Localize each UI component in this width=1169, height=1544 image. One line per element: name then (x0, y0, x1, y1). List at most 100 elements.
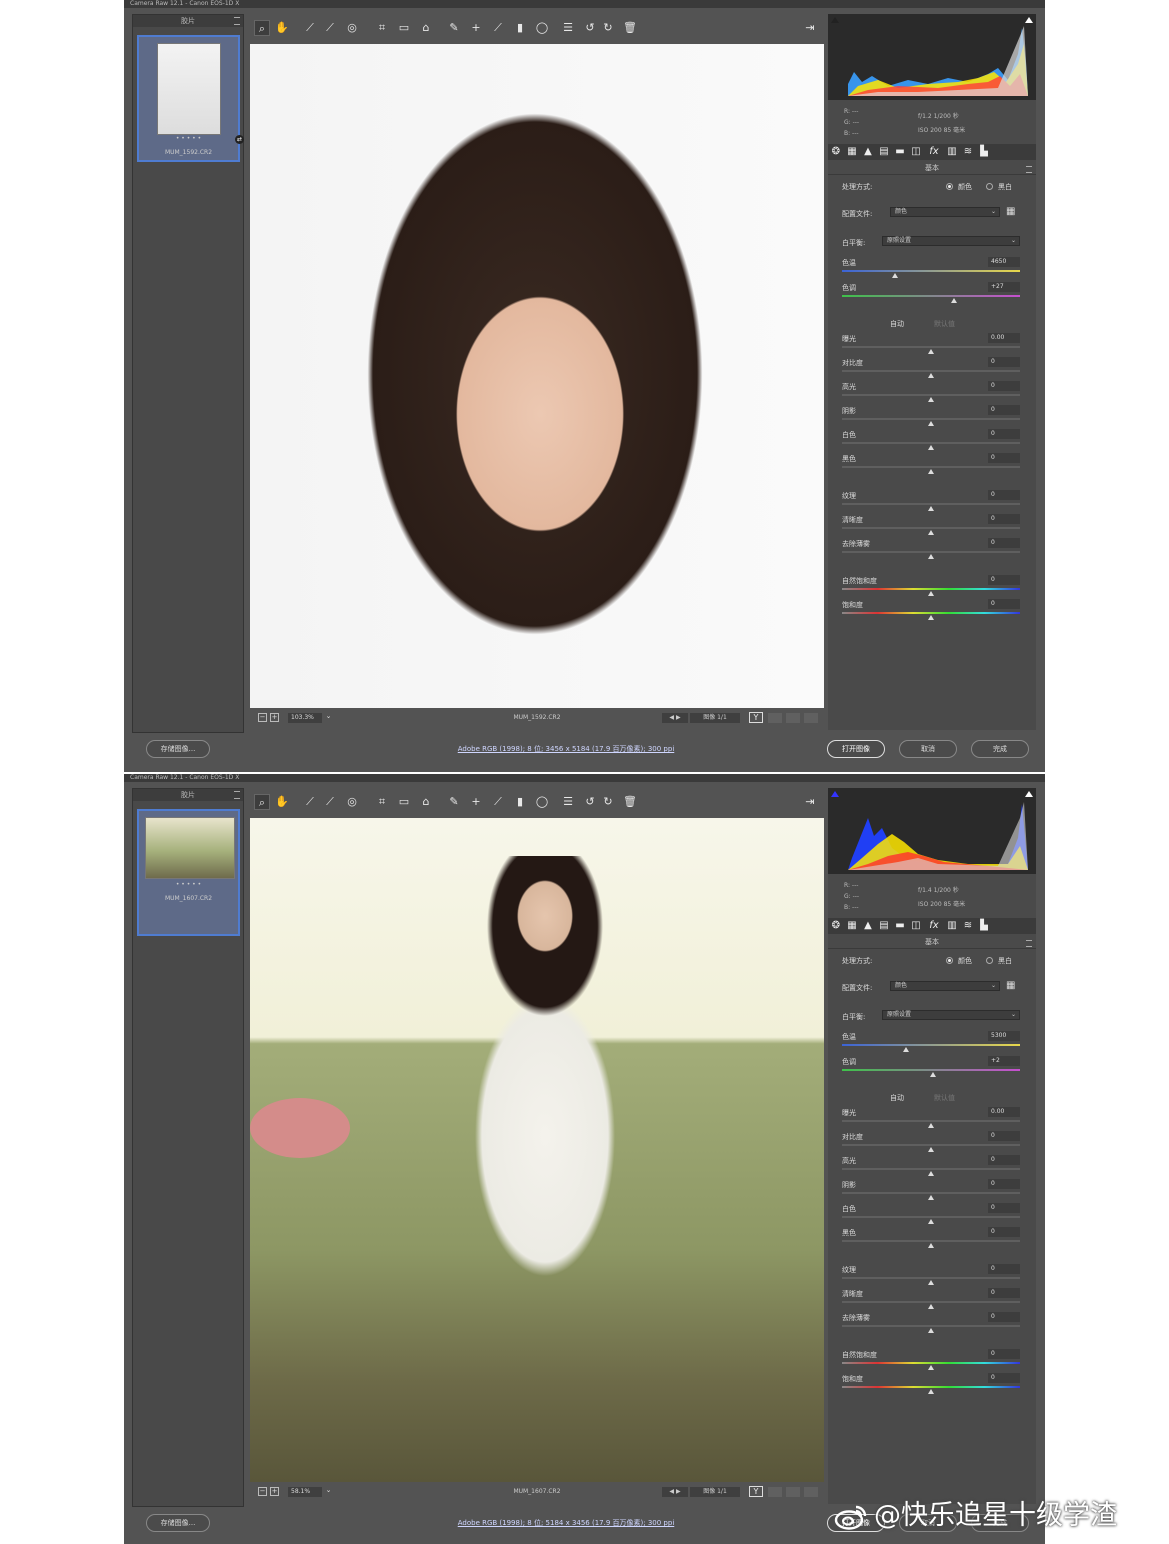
temperature-slider-thumb[interactable] (892, 273, 899, 278)
transform-icon[interactable]: ⌂ (418, 20, 434, 36)
filmstrip-menu-icon[interactable] (234, 791, 240, 799)
basic-slider-2-slider-thumb[interactable] (928, 1171, 934, 1176)
save-image-button[interactable]: 存储图像... (146, 740, 210, 758)
basic-slider-1-slider-thumb[interactable] (928, 373, 934, 378)
basic-slider-0-slider-thumb[interactable] (928, 1123, 934, 1128)
toggle-icon[interactable] (804, 1487, 818, 1497)
basic-slider-4-value[interactable]: 0 (988, 429, 1020, 439)
tint-slider-thumb[interactable] (929, 1072, 936, 1077)
saturation-slider-1-track[interactable] (842, 1386, 1020, 1388)
workflow-options-link[interactable]: Adobe RGB (1998); 8 位; 3456 x 5184 (17.9… (426, 744, 706, 754)
spot-removal-icon[interactable]: ✎ (446, 20, 462, 36)
tint-track[interactable] (842, 1069, 1020, 1071)
crop-icon[interactable]: ⌗ (374, 20, 390, 36)
basic-slider-1-track[interactable] (842, 370, 1020, 372)
image-navigation[interactable]: ◀ ▶ (662, 1487, 688, 1497)
default-link[interactable]: 默认值 (934, 319, 955, 329)
save-image-button[interactable]: 存储图像... (146, 1514, 210, 1532)
rotate-ccw-icon[interactable]: ↺ (582, 20, 598, 36)
saturation-slider-1-value[interactable]: 0 (988, 599, 1020, 609)
presence-slider-1-value[interactable]: 0 (988, 514, 1020, 524)
tab-effects-icon[interactable]: fx (928, 146, 940, 158)
temperature-track[interactable] (842, 270, 1020, 272)
thumbnail-rating[interactable]: • • • • • (139, 881, 238, 888)
tab-split-toning-icon[interactable]: ▬ (894, 146, 906, 158)
presence-slider-0-track[interactable] (842, 503, 1020, 505)
presence-slider-2-track[interactable] (842, 1325, 1020, 1327)
graduated-filter-icon[interactable]: ▮ (512, 20, 528, 36)
presence-slider-2-value[interactable]: 0 (988, 538, 1020, 548)
cancel-button[interactable]: 取消 (899, 740, 957, 758)
tint-value[interactable]: +27 (988, 282, 1020, 292)
saturation-slider-1-track[interactable] (842, 612, 1020, 614)
before-after-toggle[interactable]: Y (749, 712, 763, 723)
presence-slider-2-slider-thumb[interactable] (928, 1328, 934, 1333)
image-preview[interactable] (250, 44, 824, 708)
saturation-slider-0-value[interactable]: 0 (988, 575, 1020, 585)
highlight-clipping-icon[interactable] (1025, 791, 1033, 797)
rotate-cw-icon[interactable]: ↻ (600, 20, 616, 36)
transform-icon[interactable]: ⌂ (418, 794, 434, 810)
trash-icon[interactable]: 🗑 (622, 20, 638, 36)
temperature-value[interactable]: 4650 (988, 257, 1020, 267)
open-preferences-icon[interactable]: ⇥ (802, 794, 818, 810)
tab-detail-icon[interactable]: ▲ (862, 146, 874, 158)
basic-slider-3-slider-thumb[interactable] (928, 1195, 934, 1200)
profile-browser-icon[interactable]: ▦ (1006, 980, 1020, 992)
white-balance-dropdown[interactable]: 原照设置 ⌄ (882, 236, 1020, 246)
target-adjust-icon[interactable]: ◎ (344, 20, 360, 36)
tint-value[interactable]: +2 (988, 1056, 1020, 1066)
tab-tone-curve-icon[interactable]: ▦ (846, 146, 858, 158)
color-radio[interactable] (946, 183, 953, 190)
bw-radio[interactable] (986, 957, 993, 964)
zoom-icon[interactable]: ⌕ (254, 794, 270, 810)
tab-effects-icon[interactable]: fx (928, 920, 940, 932)
basic-slider-2-value[interactable]: 0 (988, 1155, 1020, 1165)
basic-slider-4-slider-thumb[interactable] (928, 1219, 934, 1224)
tint-slider-thumb[interactable] (951, 298, 958, 303)
presence-slider-0-slider-thumb[interactable] (928, 506, 934, 511)
white-balance-icon[interactable]: ⟋ (302, 20, 318, 36)
basic-slider-1-value[interactable]: 0 (988, 357, 1020, 367)
profile-dropdown[interactable]: 颜色 ⌄ (890, 207, 1000, 217)
adjustment-brush-icon[interactable]: ⟋ (490, 20, 506, 36)
open-preferences-icon[interactable]: ⇥ (802, 20, 818, 36)
profile-dropdown[interactable]: 颜色 ⌄ (890, 981, 1000, 991)
highlight-clipping-icon[interactable] (1025, 17, 1033, 23)
tab-presets-icon[interactable]: ≋ (962, 920, 974, 932)
rotate-ccw-icon[interactable]: ↺ (582, 794, 598, 810)
hand-icon[interactable]: ✋ (274, 794, 290, 810)
adjustment-brush-icon[interactable]: ⟋ (490, 794, 506, 810)
basic-slider-0-value[interactable]: 0.00 (988, 1107, 1020, 1117)
basic-slider-4-track[interactable] (842, 1216, 1020, 1218)
basic-slider-3-value[interactable]: 0 (988, 1179, 1020, 1189)
presence-slider-0-track[interactable] (842, 1277, 1020, 1279)
copy-settings-icon[interactable] (786, 713, 800, 723)
hand-icon[interactable]: ✋ (274, 20, 290, 36)
saturation-slider-1-slider-thumb[interactable] (928, 615, 934, 620)
radial-filter-icon[interactable]: ◯ (534, 794, 550, 810)
open-image-button[interactable]: 打开图像 (827, 740, 885, 758)
temperature-value[interactable]: 5300 (988, 1031, 1020, 1041)
straighten-icon[interactable]: ▭ (396, 20, 412, 36)
basic-slider-1-track[interactable] (842, 1144, 1020, 1146)
presence-slider-1-value[interactable]: 0 (988, 1288, 1020, 1298)
saturation-slider-0-slider-thumb[interactable] (928, 591, 934, 596)
trash-icon[interactable]: 🗑 (622, 794, 638, 810)
workflow-options-link[interactable]: Adobe RGB (1998); 8 位; 5184 x 3456 (17.9… (426, 1518, 706, 1528)
graduated-filter-icon[interactable]: ▮ (512, 794, 528, 810)
saturation-slider-1-slider-thumb[interactable] (928, 1389, 934, 1394)
basic-slider-3-track[interactable] (842, 1192, 1020, 1194)
tab-calibration-icon[interactable]: ▥ (946, 146, 958, 158)
tab-detail-icon[interactable]: ▲ (862, 920, 874, 932)
basic-slider-5-slider-thumb[interactable] (928, 469, 934, 474)
presence-slider-1-slider-thumb[interactable] (928, 1304, 934, 1309)
basic-slider-3-slider-thumb[interactable] (928, 421, 934, 426)
presence-slider-2-track[interactable] (842, 551, 1020, 553)
presence-slider-0-value[interactable]: 0 (988, 1264, 1020, 1274)
red-eye-icon[interactable]: + (468, 794, 484, 810)
basic-slider-1-value[interactable]: 0 (988, 1131, 1020, 1141)
basic-slider-4-track[interactable] (842, 442, 1020, 444)
temperature-track[interactable] (842, 1044, 1020, 1046)
tab-tone-curve-icon[interactable]: ▦ (846, 920, 858, 932)
